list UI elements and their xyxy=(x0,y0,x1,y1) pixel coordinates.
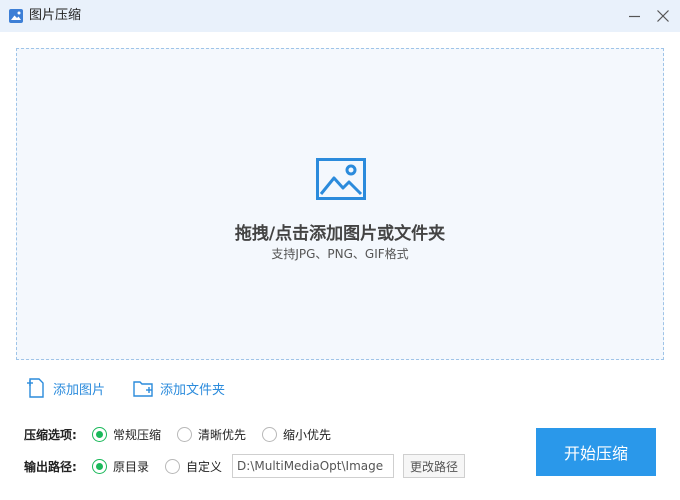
radio-normal-compress[interactable]: 常规压缩 xyxy=(92,426,161,443)
output-path-input[interactable] xyxy=(232,454,395,478)
minimize-icon[interactable] xyxy=(627,8,643,24)
add-file-icon xyxy=(27,378,44,398)
add-folder-button[interactable]: 添加文件夹 xyxy=(132,376,225,400)
radio-label: 原目录 xyxy=(113,459,150,474)
output-path-row: 输出路径: 原目录 自定义 更改路径 xyxy=(24,454,466,478)
compression-options-label: 压缩选项: xyxy=(24,427,77,442)
add-images-button[interactable]: 添加图片 xyxy=(25,376,105,400)
radio-dot xyxy=(92,458,107,474)
radio-label: 常规压缩 xyxy=(113,427,162,442)
drop-zone[interactable]: 拖拽/点击添加图片或文件夹 支持JPG、PNG、GIF格式 xyxy=(16,48,664,360)
radio-label: 缩小优先 xyxy=(283,427,332,442)
picture-icon xyxy=(316,158,366,200)
radio-dot xyxy=(262,426,278,442)
radio-size-first[interactable]: 缩小优先 xyxy=(262,426,331,443)
radio-dot xyxy=(92,426,107,442)
output-path-label: 输出路径: xyxy=(24,459,77,474)
radio-original-dir[interactable]: 原目录 xyxy=(92,458,149,475)
radio-dot xyxy=(165,458,181,474)
radio-clarity-first[interactable]: 清晰优先 xyxy=(177,426,246,443)
add-folder-label: 添加文件夹 xyxy=(160,382,226,398)
drop-zone-title: 拖拽/点击添加图片或文件夹 xyxy=(234,224,446,244)
radio-label: 自定义 xyxy=(186,459,223,474)
close-icon[interactable] xyxy=(655,8,671,24)
add-folder-icon xyxy=(133,381,153,397)
radio-custom-dir[interactable]: 自定义 xyxy=(165,458,222,475)
radio-dot xyxy=(177,426,193,442)
image-icon xyxy=(9,9,23,23)
compression-options-row: 压缩选项: 常规压缩 清晰优先 缩小优先 xyxy=(24,424,347,444)
drop-zone-subtitle: 支持JPG、PNG、GIF格式 xyxy=(271,247,409,261)
change-path-button[interactable]: 更改路径 xyxy=(403,454,466,478)
start-compress-button[interactable]: 开始压缩 xyxy=(536,428,656,476)
radio-label: 清晰优先 xyxy=(198,427,247,442)
image-compress-window: 图片压缩 拖拽/点击添加图片或文件夹 支持JPG、PNG、GIF格式 添加图片 xyxy=(0,0,680,500)
window-title: 图片压缩 xyxy=(29,8,82,23)
add-images-label: 添加图片 xyxy=(53,382,106,398)
title-bar: 图片压缩 xyxy=(0,0,680,32)
